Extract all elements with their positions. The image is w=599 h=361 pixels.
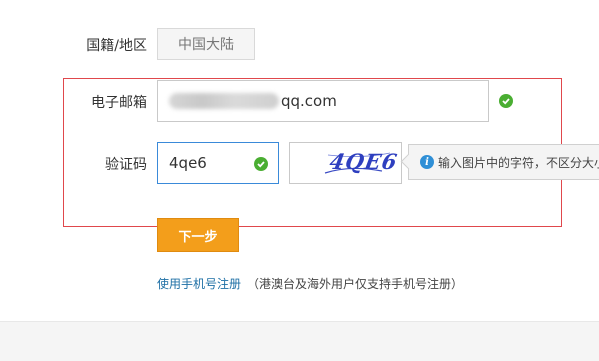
email-label: 电子邮箱 (91, 95, 147, 111)
captcha-image[interactable]: 4QE6 (289, 142, 402, 184)
page-footer-area (0, 321, 599, 361)
phone-register-note: （港澳台及海外用户仅支持手机号注册） (247, 277, 464, 291)
email-redacted-blur (169, 93, 279, 109)
captcha-input-value: 4qe6 (169, 154, 207, 172)
check-circle-icon (254, 157, 268, 171)
info-icon: i (420, 155, 434, 169)
next-step-button[interactable]: 下一步 (157, 218, 239, 252)
captcha-hint-tooltip: i 输入图片中的字符，不区分大小写 (408, 144, 599, 180)
check-circle-icon (499, 94, 513, 108)
nationality-label: 国籍/地区 (86, 38, 147, 54)
captcha-hint-text: 输入图片中的字符，不区分大小写 (438, 156, 599, 170)
email-field[interactable]: qq.com (157, 80, 489, 122)
captcha-image-text: 4QE6 (327, 149, 400, 174)
region-select-button[interactable]: 中国大陆 (157, 28, 255, 60)
email-value: qq.com (281, 92, 337, 110)
captcha-label: 验证码 (105, 157, 147, 173)
phone-register-link[interactable]: 使用手机号注册 (157, 275, 241, 292)
